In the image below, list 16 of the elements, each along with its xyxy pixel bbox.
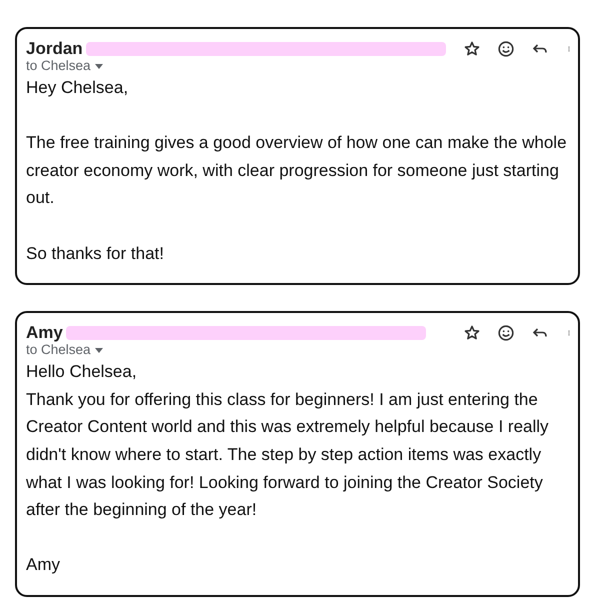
smiley-icon[interactable] bbox=[498, 41, 514, 57]
message-text: Hey Chelsea, bbox=[26, 77, 130, 99]
smiley-icon[interactable] bbox=[498, 325, 514, 342]
recipient-label: to Chelsea bbox=[26, 58, 91, 74]
message-text: Amy bbox=[26, 554, 61, 576]
message-text: Thank you for offering this class for beginners! I am just entering the Creator Content world and this was extremely helpful because I really didn't know where to start. The step by step action items was exactly what I was looking for! Looking forward to joining the Creator Society after the beginning of the year! bbox=[26, 388, 550, 522]
message-text: So thanks for that! bbox=[26, 242, 165, 265]
caret-icon[interactable] bbox=[94, 64, 103, 68]
star-icon[interactable] bbox=[464, 41, 480, 57]
recipient-label: to Chelsea bbox=[26, 342, 91, 358]
message-text: Hello Chelsea, bbox=[26, 361, 138, 384]
sender-name: Amy bbox=[26, 322, 63, 343]
sender-name: Jordan bbox=[26, 38, 83, 58]
caret-icon[interactable] bbox=[94, 348, 103, 353]
message-text: The free training gives a good overview of how one can make the whole creator economy work, with clear progression for someone just starting out. bbox=[26, 132, 568, 210]
star-icon[interactable] bbox=[464, 325, 480, 342]
